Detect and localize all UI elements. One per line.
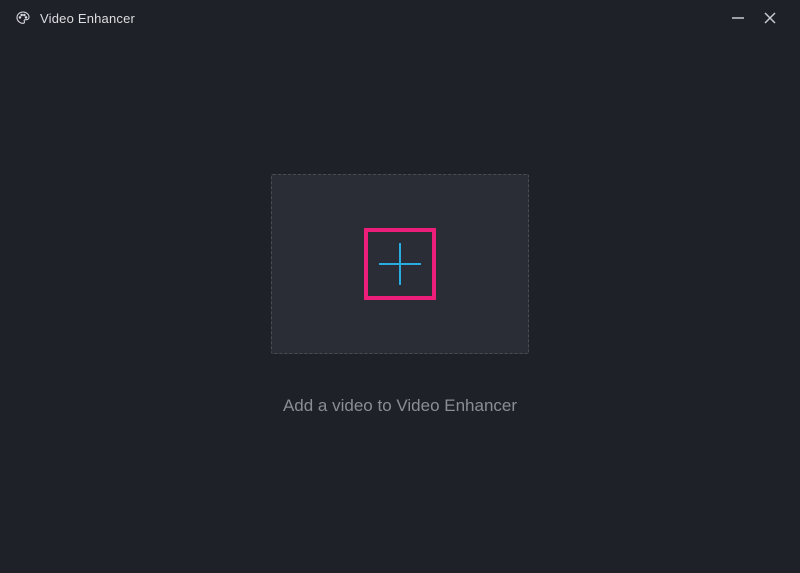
content-wrap: Add a video to Video Enhancer: [271, 174, 529, 416]
close-icon: [762, 10, 778, 26]
titlebar: Video Enhancer: [0, 0, 800, 36]
instruction-text: Add a video to Video Enhancer: [283, 396, 517, 416]
minimize-button[interactable]: [722, 7, 754, 29]
close-button[interactable]: [754, 7, 786, 29]
palette-icon: [14, 9, 32, 27]
video-dropzone[interactable]: [271, 174, 529, 354]
app-title: Video Enhancer: [40, 11, 135, 26]
main-area: Add a video to Video Enhancer: [0, 36, 800, 573]
add-video-button[interactable]: [364, 228, 436, 300]
minimize-icon: [730, 10, 746, 26]
plus-icon: [377, 241, 423, 287]
